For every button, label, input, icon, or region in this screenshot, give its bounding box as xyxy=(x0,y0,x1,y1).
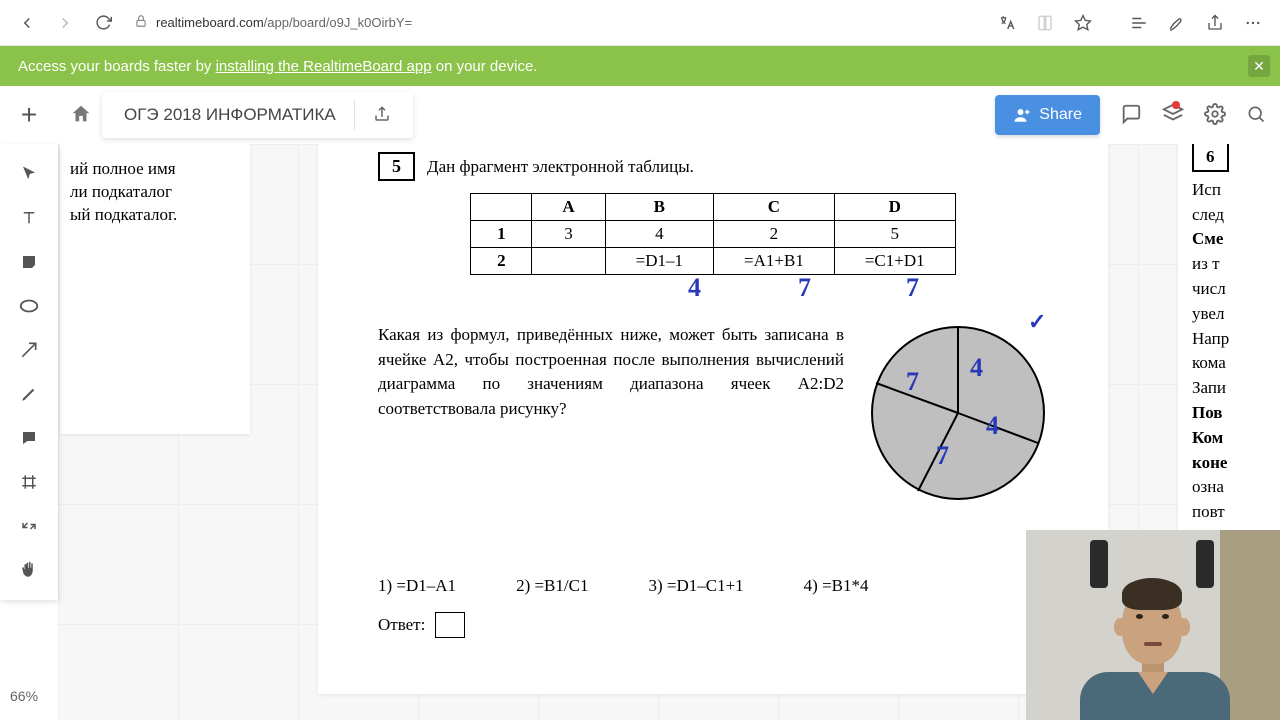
install-banner: Access your boards faster by installing … xyxy=(0,46,1280,86)
task6-number: 6 xyxy=(1192,144,1229,172)
arrow-tool[interactable] xyxy=(7,330,51,370)
comments-icon[interactable] xyxy=(1120,103,1142,128)
notification-dot xyxy=(1172,101,1180,109)
board-title[interactable]: ОГЭ 2018 ИНФОРМАТИКА xyxy=(124,105,336,125)
divider xyxy=(354,100,355,130)
back-button[interactable] xyxy=(10,8,44,38)
favorite-button[interactable] xyxy=(1066,8,1100,38)
frame-tool[interactable] xyxy=(7,462,51,502)
answer-options: 1) =D1–A1 2) =B1/C1 3) =D1–C1+1 4) =B1*4 xyxy=(378,576,1048,596)
notes-button[interactable] xyxy=(1160,8,1194,38)
settings-icon[interactable] xyxy=(1204,103,1226,128)
banner-link[interactable]: installing the RealtimeBoard app xyxy=(216,58,432,75)
refresh-button[interactable] xyxy=(86,8,120,38)
left-fragment-card: ий полное имя ли подкаталог ый подкатало… xyxy=(60,144,250,434)
hub-button[interactable] xyxy=(1122,8,1156,38)
banner-close-button[interactable]: ✕ xyxy=(1248,55,1270,77)
text-tool[interactable] xyxy=(7,198,51,238)
board-title-bar: ОГЭ 2018 ИНФОРМАТИКА xyxy=(102,92,413,138)
share-browser-button[interactable] xyxy=(1198,8,1232,38)
reading-list-icon[interactable] xyxy=(1028,8,1062,38)
forward-button[interactable] xyxy=(48,8,82,38)
search-icon[interactable] xyxy=(1246,104,1266,127)
task-number: 5 xyxy=(378,152,415,181)
cursor-tool[interactable] xyxy=(7,154,51,194)
shape-tool[interactable] xyxy=(7,286,51,326)
app-toolbar: + ОГЭ 2018 ИНФОРМАТИКА Share xyxy=(0,86,1280,144)
fit-tool[interactable] xyxy=(7,506,51,546)
webcam-overlay xyxy=(1026,530,1280,720)
browser-address-bar: realtimeboard.com/app/board/o9J_k0OirbY= xyxy=(0,0,1280,46)
home-icon[interactable] xyxy=(70,103,92,128)
question-text: Какая из формул, приведённых ниже, может… xyxy=(378,323,844,508)
export-icon[interactable] xyxy=(373,105,391,126)
hand-tool[interactable] xyxy=(7,550,51,590)
answer-label: Ответ: xyxy=(378,615,425,635)
add-button[interactable]: + xyxy=(21,99,37,131)
pie-chart: 7 4 4 7 ✓ xyxy=(868,323,1048,508)
zoom-level[interactable]: 66% xyxy=(10,688,38,704)
handwritten-row: 4 7 7 xyxy=(378,279,1048,309)
side-toolbar xyxy=(0,144,58,600)
task-intro: Дан фрагмент электронной таблицы. xyxy=(427,157,694,177)
lock-icon xyxy=(134,14,148,31)
sticky-note-tool[interactable] xyxy=(7,242,51,282)
pen-tool[interactable] xyxy=(7,374,51,414)
task-card: 5 Дан фрагмент электронной таблицы. ABCD… xyxy=(318,144,1108,694)
right-fragment-card: 6 Испслед Смеиз т числувел Напркома Запи… xyxy=(1178,144,1280,544)
banner-text: Access your boards faster by installing … xyxy=(18,58,537,75)
url-text[interactable]: realtimeboard.com/app/board/o9J_k0OirbY= xyxy=(156,15,412,30)
comment-tool[interactable] xyxy=(7,418,51,458)
more-button[interactable] xyxy=(1236,8,1270,38)
translate-icon[interactable] xyxy=(990,8,1024,38)
spreadsheet-table: ABCD 13425 2=D1–1=A1+B1=C1+D1 xyxy=(470,193,955,275)
answer-box xyxy=(435,612,465,638)
layers-icon[interactable] xyxy=(1162,103,1184,128)
share-button[interactable]: Share xyxy=(995,95,1100,135)
add-person-icon xyxy=(1013,106,1031,124)
